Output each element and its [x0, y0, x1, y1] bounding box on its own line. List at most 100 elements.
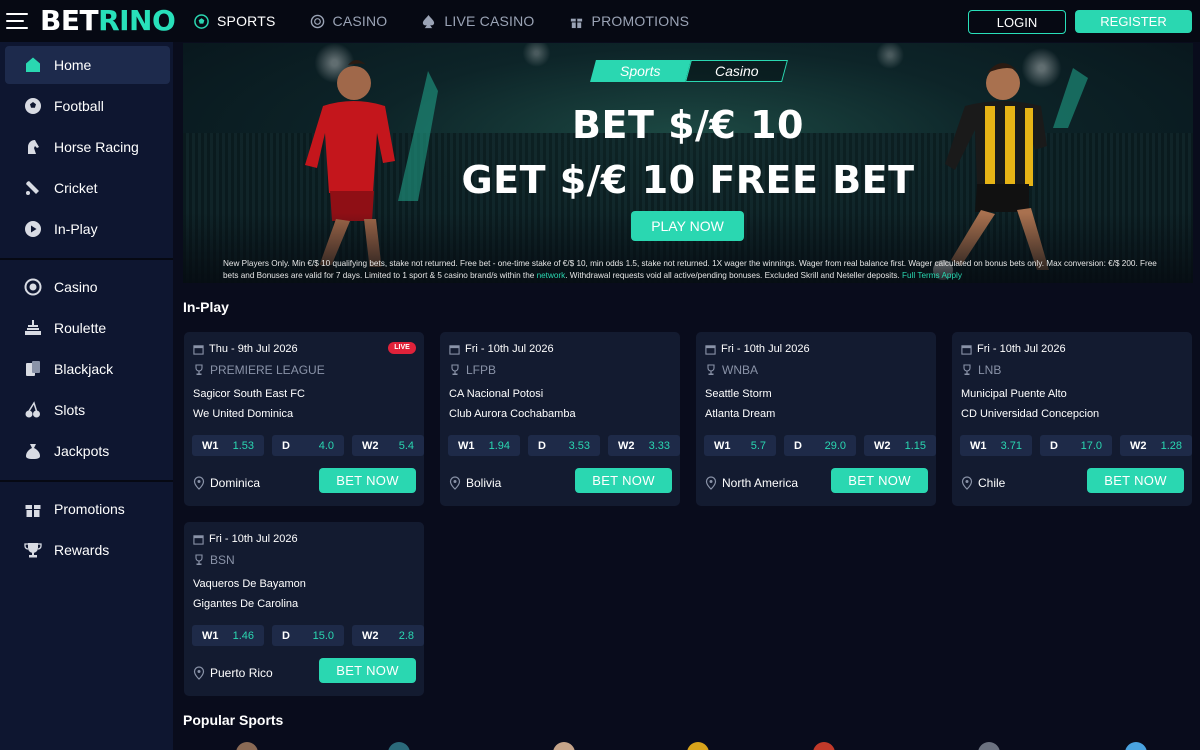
- full-terms-link[interactable]: Full Terms Apply: [902, 271, 962, 280]
- popular-sport-icon[interactable]: [978, 742, 1000, 750]
- money-bag-icon: [26, 444, 40, 459]
- sidebar-item-roulette[interactable]: Roulette: [5, 309, 170, 347]
- bet-now-button[interactable]: BET NOW: [319, 658, 416, 683]
- sidebar-item-jackpots[interactable]: Jackpots: [5, 432, 170, 470]
- odd-value: 3.71: [1000, 439, 1022, 452]
- bet-now-button[interactable]: BET NOW: [1087, 468, 1184, 493]
- odd-value: 1.46: [232, 629, 254, 642]
- odd-w1-button[interactable]: W1 1.53: [192, 435, 264, 456]
- team-home: Seattle Storm: [705, 388, 772, 400]
- odd-w2-button[interactable]: W2 1.15: [864, 435, 936, 456]
- match-location: North America: [705, 476, 798, 490]
- team-home: Vaqueros De Bayamon: [193, 578, 306, 590]
- odds-row: W1 1.46 D 15.0 W2 2.8: [192, 625, 432, 646]
- nav-live-casino-label: LIVE CASINO: [444, 13, 535, 29]
- trophy-icon: [707, 364, 715, 375]
- play-now-button[interactable]: PLAY NOW: [631, 211, 744, 241]
- odd-draw-button[interactable]: D 17.0: [1040, 435, 1112, 456]
- popular-sport-icon[interactable]: [236, 742, 258, 750]
- odd-w1-button[interactable]: W1 3.71: [960, 435, 1032, 456]
- popular-sport-icon[interactable]: [388, 742, 410, 750]
- betrino-logo[interactable]: BETRINO: [40, 4, 176, 37]
- odd-draw-button[interactable]: D 15.0: [272, 625, 344, 646]
- match-league-text: LFPB: [466, 363, 497, 377]
- nav-casino-label: CASINO: [332, 13, 388, 29]
- sidebar-item-horse-racing[interactable]: Horse Racing: [5, 128, 170, 166]
- odd-label: W1: [202, 629, 219, 642]
- sidebar-item-cricket[interactable]: Cricket: [5, 169, 170, 207]
- nav-casino[interactable]: CASINO: [310, 13, 388, 29]
- odd-w1-button[interactable]: W1 1.94: [448, 435, 520, 456]
- login-button[interactable]: LOGIN: [968, 10, 1066, 34]
- odd-w2-button[interactable]: W2 1.28: [1120, 435, 1192, 456]
- sidebar-item-label: Home: [54, 57, 92, 73]
- bet-now-button[interactable]: BET NOW: [575, 468, 672, 493]
- team-home: Municipal Puente Alto: [961, 388, 1067, 400]
- register-button[interactable]: REGISTER: [1075, 10, 1192, 33]
- nav-promotions[interactable]: PROMOTIONS: [569, 13, 690, 29]
- sidebar-item-promotions[interactable]: Promotions: [5, 490, 170, 528]
- popular-sport-icon[interactable]: [553, 742, 575, 750]
- sidebar-item-label: Blackjack: [54, 361, 114, 377]
- odd-label: W2: [618, 439, 635, 452]
- popular-sport-icon[interactable]: [1125, 742, 1147, 750]
- odd-label: D: [282, 629, 290, 642]
- odds-row: W1 1.53 D 4.0 W2 5.4: [192, 435, 432, 456]
- calendar-icon: [449, 344, 460, 355]
- odd-label: W2: [1130, 439, 1147, 452]
- sidebar-item-label: Horse Racing: [54, 139, 139, 155]
- odd-label: D: [1050, 439, 1058, 452]
- bet-now-button[interactable]: BET NOW: [319, 468, 416, 493]
- sidebar-item-football[interactable]: Football: [5, 87, 170, 125]
- casino-chip-icon: [310, 14, 324, 28]
- sidebar-item-casino[interactable]: Casino: [5, 268, 170, 306]
- sidebar-item-slots[interactable]: Slots: [5, 391, 170, 429]
- odd-label: D: [538, 439, 546, 452]
- odd-value: 17.0: [1080, 439, 1102, 452]
- odd-w2-button[interactable]: W2 5.4: [352, 435, 424, 456]
- banner-tab-casino[interactable]: Casino: [685, 60, 788, 82]
- popular-sport-icon[interactable]: [687, 742, 709, 750]
- odd-draw-button[interactable]: D 3.53: [528, 435, 600, 456]
- sidebar-item-label: Slots: [54, 402, 86, 418]
- banner-tab-sports[interactable]: Sports: [590, 60, 691, 82]
- hamburger-menu-icon[interactable]: [6, 13, 28, 29]
- sidebar-item-in-play[interactable]: In-Play: [5, 210, 170, 248]
- sidebar-item-label: In-Play: [54, 221, 98, 237]
- team-home: CA Nacional Potosi: [449, 388, 544, 400]
- gift-icon: [25, 505, 41, 517]
- team-away: Gigantes De Carolina: [193, 598, 299, 610]
- match-date-text: Fri - 10th Jul 2026: [721, 343, 810, 355]
- bet-now-button[interactable]: BET NOW: [831, 468, 928, 493]
- terms-text-b: . Withdrawal requests void all active/pe…: [565, 271, 903, 280]
- odd-w2-button[interactable]: W2 3.33: [608, 435, 680, 456]
- odd-w1-button[interactable]: W1 1.46: [192, 625, 264, 646]
- odd-draw-button[interactable]: D 4.0: [272, 435, 344, 456]
- odd-value: 3.33: [648, 439, 670, 452]
- cherries-icon: [25, 401, 40, 418]
- banner-terms: New Players Only. Min €/$ 10 qualifying …: [223, 258, 1163, 282]
- match-location-text: Chile: [978, 476, 1006, 490]
- match-card: Fri - 10th Jul 2026 WNBA Seattle Storm A…: [696, 332, 936, 506]
- location-pin-icon: [961, 476, 973, 490]
- odd-label: D: [794, 439, 802, 452]
- sidebar-item-blackjack[interactable]: Blackjack: [5, 350, 170, 388]
- odds-row: W1 5.7 D 29.0 W2 1.15: [704, 435, 944, 456]
- terms-network-link[interactable]: network: [537, 271, 566, 280]
- match-league: LFPB: [449, 363, 496, 377]
- odd-w1-button[interactable]: W1 5.7: [704, 435, 776, 456]
- match-card: Thu - 9th Jul 2026 LIVE PREMIERE LEAGUE …: [184, 332, 424, 506]
- odd-draw-button[interactable]: D 29.0: [784, 435, 856, 456]
- odd-w2-button[interactable]: W2 2.8: [352, 625, 424, 646]
- sidebar-item-home[interactable]: Home: [5, 46, 170, 84]
- nav-live-casino[interactable]: LIVE CASINO: [421, 13, 534, 29]
- sidebar-item-rewards[interactable]: Rewards: [5, 531, 170, 569]
- location-pin-icon: [193, 666, 205, 680]
- location-pin-icon: [193, 476, 205, 490]
- sidebar-item-label: Promotions: [54, 501, 125, 517]
- sidebar-group-sports: Home Football Horse Racing Cricket In-Pl…: [0, 42, 173, 260]
- odd-value: 2.8: [398, 629, 414, 642]
- banner-tabs: Sports Casino: [590, 60, 788, 82]
- popular-sport-icon[interactable]: [813, 742, 835, 750]
- nav-sports[interactable]: SPORTS: [194, 13, 276, 29]
